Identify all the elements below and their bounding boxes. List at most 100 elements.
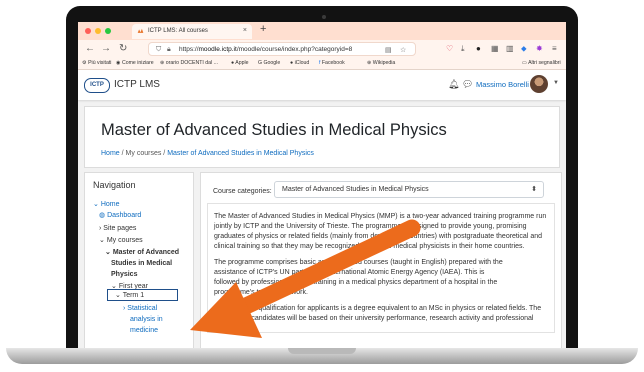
description-line: graduates of physics or related fields (… bbox=[214, 233, 543, 240]
nav-program-line-2[interactable]: Studies in Medical bbox=[111, 259, 172, 268]
navigation-block: Navigation ⌄ Home ◍ Dashboard › Site pag… bbox=[84, 172, 194, 348]
chevron-down-icon[interactable]: ▼ bbox=[553, 80, 559, 86]
description-line: The Master of Advanced Studies in Medica… bbox=[214, 213, 547, 220]
url-prefix: https:// bbox=[179, 46, 199, 53]
nav-home[interactable]: ⌄ Home bbox=[93, 200, 120, 209]
description-line: The programme comprises basic and advanc… bbox=[214, 259, 503, 266]
breadcrumb-separator: / bbox=[163, 150, 166, 157]
site-brand[interactable]: ICTP LMS bbox=[114, 79, 160, 90]
library-icon[interactable]: ▥ bbox=[506, 44, 514, 53]
select-updown-icon: ⬍ bbox=[531, 186, 537, 193]
bookmark-label: Google bbox=[263, 60, 281, 66]
new-tab-button[interactable]: + bbox=[260, 23, 266, 35]
nav-my-courses[interactable]: ⌄ My courses bbox=[99, 236, 143, 245]
breadcrumb-my-courses[interactable]: My courses bbox=[126, 150, 162, 157]
laptop-notch bbox=[288, 348, 356, 354]
bookmark-label: Altri segnalibri bbox=[528, 60, 561, 66]
category-label: Course categories: bbox=[213, 188, 272, 195]
laptop-screen: ICTP LMS: All courses × + ← → ↻ ⛉ 🔒︎ htt… bbox=[78, 22, 566, 348]
nav-term-label: Term 1 bbox=[122, 292, 145, 299]
nav-home-label: Home bbox=[100, 201, 120, 208]
purple-extension-icon[interactable]: ✸ bbox=[536, 44, 543, 53]
bookmark-orario[interactable]: ⊕ orario DOCENTI dal ... bbox=[160, 60, 218, 66]
description-line: clinical training so that they may be re… bbox=[214, 243, 525, 250]
grid-extension-icon[interactable]: ▦ bbox=[491, 44, 499, 53]
bookmark-wikipedia[interactable]: ⊕ Wikipedia bbox=[367, 60, 395, 66]
nav-dashboard[interactable]: ◍ Dashboard bbox=[99, 211, 141, 220]
extension-o-icon[interactable]: ● bbox=[476, 44, 481, 53]
breadcrumb-current[interactable]: Master of Advanced Studies in Medical Ph… bbox=[167, 150, 314, 157]
menu-icon[interactable]: ≡ bbox=[552, 44, 557, 53]
drop-extension-icon[interactable]: ⬥ bbox=[521, 44, 527, 54]
nav-course[interactable]: › Statistical bbox=[123, 304, 157, 313]
navigation-title: Navigation bbox=[93, 180, 136, 190]
tab-title: ICTP LMS: All courses bbox=[148, 28, 208, 34]
bookmark-facebook[interactable]: f Facebook bbox=[319, 60, 345, 66]
nav-site-pages-label: Site pages bbox=[103, 225, 137, 232]
reader-view-icon[interactable]: ▤ bbox=[385, 46, 392, 54]
messages-chat-icon[interactable]: 💬︎ bbox=[462, 79, 473, 90]
bookmark-star-icon[interactable]: ☆ bbox=[400, 46, 406, 54]
nav-term[interactable]: ⌄ Term 1 bbox=[115, 291, 144, 300]
breadcrumb-home[interactable]: Home bbox=[101, 150, 120, 157]
download-icon[interactable]: ⤓ bbox=[461, 44, 465, 54]
nav-my-courses-label: My courses bbox=[106, 237, 143, 244]
photo-stage: ICTP LMS: All courses × + ← → ↻ ⛉ 🔒︎ htt… bbox=[0, 0, 644, 372]
webcam bbox=[322, 15, 326, 19]
description-line: followed by professional clinical traini… bbox=[214, 279, 498, 286]
lock-icon[interactable]: 🔒︎ bbox=[167, 46, 171, 54]
bookmark-apple[interactable]: ● Apple bbox=[231, 60, 249, 66]
breadcrumb: Home / My courses / Master of Advanced S… bbox=[101, 150, 314, 157]
pocket-icon[interactable]: ♡ bbox=[446, 44, 453, 53]
maximize-window-dot[interactable] bbox=[105, 28, 111, 34]
bookmark-most-visited[interactable]: ⚙ Più visitati bbox=[82, 60, 111, 66]
category-description: The Master of Advanced Studies in Medica… bbox=[207, 203, 555, 333]
bookmark-other[interactable]: ▭ Altri segnalibri bbox=[522, 60, 561, 66]
minimize-window-dot[interactable] bbox=[95, 28, 101, 34]
nav-program[interactable]: ⌄ Master of Advanced bbox=[105, 248, 179, 257]
url-host: moodle.ictp.it bbox=[198, 46, 237, 53]
notifications-bell-icon[interactable]: 🔔︎ bbox=[448, 79, 459, 90]
nav-program-line: Master of Advanced bbox=[112, 249, 180, 256]
favicon-icon bbox=[137, 28, 144, 33]
close-window-dot[interactable] bbox=[85, 28, 91, 34]
site-logo[interactable]: ICTP bbox=[84, 78, 110, 93]
bookmark-label: Facebook bbox=[321, 60, 345, 66]
bookmark-label: Come iniziare bbox=[121, 60, 154, 66]
page-title: Master of Advanced Studies in Medical Ph… bbox=[101, 121, 447, 139]
category-select[interactable]: Master of Advanced Studies in Medical Ph… bbox=[274, 181, 544, 198]
bookmark-icloud[interactable]: ● iCloud bbox=[290, 60, 309, 66]
bookmark-label: orario DOCENTI dal ... bbox=[165, 60, 218, 66]
back-icon[interactable]: ← bbox=[85, 43, 95, 54]
tab-close-icon[interactable]: × bbox=[243, 27, 247, 34]
user-name[interactable]: Massimo Borelli bbox=[476, 80, 529, 89]
url-path: /moodle/course/index.php?categoryid=8 bbox=[236, 46, 353, 53]
category-select-value: Master of Advanced Studies in Medical Ph… bbox=[282, 186, 429, 193]
bookmark-label: Wikipedia bbox=[372, 60, 396, 66]
forward-icon[interactable]: → bbox=[101, 43, 111, 54]
nav-program-line-3[interactable]: Physics bbox=[111, 270, 137, 279]
avatar[interactable] bbox=[530, 75, 548, 93]
bookmarks-bar: ⚙ Più visitati ◉ Come iniziare ⊕ orario … bbox=[78, 58, 566, 70]
nav-site-pages[interactable]: › Site pages bbox=[99, 224, 136, 233]
bookmark-label: Apple bbox=[235, 60, 249, 66]
browser-tab[interactable]: ICTP LMS: All courses × bbox=[132, 24, 252, 39]
bookmark-getting-started[interactable]: ◉ Come iniziare bbox=[116, 60, 154, 66]
address-bar[interactable]: ⛉ 🔒︎ https://moodle.ictp.it/moodle/cours… bbox=[148, 42, 416, 56]
url-text[interactable]: https://moodle.ictp.it/moodle/course/ind… bbox=[179, 46, 352, 53]
browser-tab-bar: ICTP LMS: All courses × + bbox=[78, 22, 566, 40]
bookmark-google[interactable]: G Google bbox=[258, 60, 280, 66]
bookmark-label: iCloud bbox=[294, 60, 310, 66]
nav-dashboard-label: Dashboard bbox=[107, 212, 142, 219]
description-line: selection of candidates will be based on… bbox=[214, 315, 534, 322]
site-header: ICTP ICTP LMS 🔔︎ 💬︎ Massimo Borelli ▼ bbox=[78, 70, 566, 100]
course-category-card: Course categories: Master of Advanced St… bbox=[200, 172, 562, 348]
nav-course-line-2[interactable]: analysis in bbox=[130, 315, 163, 324]
breadcrumb-separator: / bbox=[121, 150, 124, 157]
bookmark-label: Più visitati bbox=[88, 60, 112, 66]
nav-course-line-3[interactable]: medicine bbox=[130, 326, 158, 335]
reload-icon[interactable]: ↻ bbox=[119, 43, 127, 54]
shield-icon[interactable]: ⛉ bbox=[156, 46, 161, 54]
nav-course-line: Statistical bbox=[127, 305, 158, 312]
description-line: The minimum qualification for applicants… bbox=[214, 305, 542, 312]
